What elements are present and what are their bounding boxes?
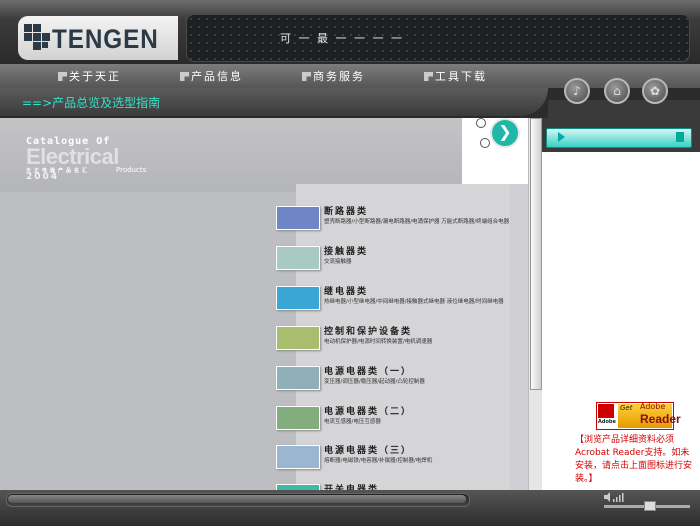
nav-bullet-icon — [58, 72, 67, 81]
category-title: 继电器类 — [324, 287, 369, 297]
category-swatch — [276, 246, 320, 270]
horizontal-scrollbar-thumb[interactable] — [8, 495, 466, 503]
get-text: Get — [620, 404, 633, 412]
category-swatch — [276, 406, 320, 430]
nav-item-label: 产品信息 — [191, 70, 243, 83]
category-swatch — [276, 286, 320, 310]
small-circle-icon — [476, 118, 486, 128]
music-button[interactable]: ♪ — [564, 78, 590, 104]
category-title: 开关电器类 — [324, 485, 380, 490]
logo-text[interactable]: TENGEN — [52, 24, 159, 55]
media-progress-bar[interactable] — [546, 128, 692, 148]
category-subtitle: 热继电器/小型继电器/中间继电器/接触器式继电器 液位继电器/时间继电器 — [324, 299, 504, 305]
volume-icon — [604, 492, 624, 502]
category-item-switches[interactable]: 开关电器类 — [276, 482, 516, 490]
home-icon: ⌂ — [613, 84, 621, 98]
category-swatch — [276, 326, 320, 350]
nav-bullet-icon — [180, 72, 189, 81]
small-circle-icon — [480, 138, 490, 148]
category-swatch — [276, 445, 320, 469]
nav-item-label: 关于天正 — [69, 70, 121, 83]
end-icon[interactable] — [676, 132, 684, 142]
nav-item-label: 工具下载 — [435, 70, 487, 83]
film-button[interactable]: ✿ — [642, 78, 668, 104]
nav-item-business[interactable]: 商务服务 — [302, 68, 365, 84]
category-title: 电源电器类（二） — [324, 407, 413, 417]
category-subtitle: 变压器/调压器/稳压器/起动器/凸轮控制器 — [324, 379, 425, 385]
nav-bullet-icon — [424, 72, 433, 81]
film-icon: ✿ — [649, 84, 661, 98]
play-icon[interactable] — [558, 132, 565, 142]
nav-bullet-icon — [302, 72, 311, 81]
adobe-text: Adobe — [640, 402, 666, 411]
category-title: 断路器类 — [324, 207, 369, 217]
category-title: 控制和保护设备类 — [324, 327, 413, 337]
chevron-right-icon: ❯ — [498, 122, 512, 141]
home-button[interactable]: ⌂ — [604, 78, 630, 104]
category-subtitle: 塑壳断路器/小型断路器/漏电断路器/电涌保护器 万能式断路器/终端组合电器 — [324, 219, 510, 225]
nav-item-products[interactable]: 产品信息 — [180, 68, 243, 84]
adobe-word: Adobe — [598, 419, 616, 425]
next-page-button[interactable]: ❯ — [490, 118, 520, 148]
ticker-panel — [186, 14, 690, 62]
adobe-logo-icon — [598, 404, 614, 418]
cover-subtitle: Products — [116, 166, 147, 174]
breadcrumb: ==>产品总览及选型指南 — [22, 96, 161, 110]
category-subtitle: 电动机保护器/电源时间转换装置/电机调速器 — [324, 339, 433, 345]
category-swatch — [276, 366, 320, 390]
category-title: 电源电器类（一） — [324, 367, 413, 377]
category-subtitle: 熔断器/电磁铁/电容器/补偿器/控制器/电焊机 — [324, 458, 433, 464]
category-title: 接触器类 — [324, 247, 369, 257]
category-title: 电源电器类（三） — [324, 446, 413, 456]
music-icon: ♪ — [573, 84, 581, 98]
acrobat-notice: 【浏览产品详细资料必须Acrobat Reader支持。如未安装，请点击上面图标… — [575, 435, 693, 484]
reader-text: Reader — [640, 412, 681, 426]
category-subtitle: 电流互感器/电压互感器 — [324, 419, 381, 425]
ticker-text: 可 一 最 一 一 一 一 — [280, 32, 404, 45]
category-subtitle: 交流接触器 — [324, 259, 352, 265]
nav-item-label: 商务服务 — [313, 70, 365, 83]
logo-mark-icon — [24, 24, 50, 50]
catalog-scrollbar-thumb[interactable] — [530, 118, 542, 390]
cover-year: 2004 — [26, 172, 60, 182]
nav-item-tools[interactable]: 工具下载 — [424, 68, 487, 84]
volume-slider-knob[interactable] — [644, 501, 656, 511]
nav-item-about[interactable]: 关于天正 — [58, 68, 121, 84]
category-swatch — [276, 206, 320, 230]
